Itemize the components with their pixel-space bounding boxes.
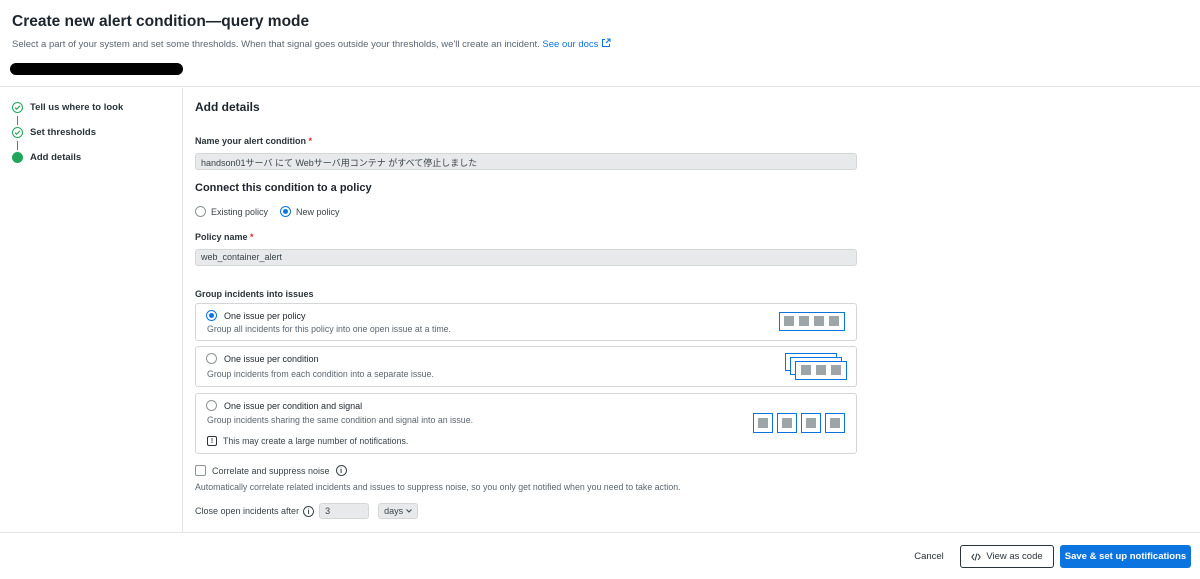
group-option-per-policy[interactable]: One issue per policy Group all incidents… [195,303,857,341]
section-title: Add details [195,100,260,114]
subtitle-text: Select a part of your system and set som… [12,39,540,50]
check-circle-icon [12,127,23,138]
step-connector [17,141,18,150]
button-label: View as code [986,551,1043,562]
issue-box [801,413,821,433]
code-icon [971,552,982,561]
incident-square [829,316,839,326]
close-incidents-label: Close open incidents after [195,506,300,516]
incident-square [814,316,824,326]
required-marker: * [308,136,313,146]
option-description: Group incidents from each condition into… [207,369,434,379]
step-tell-us-where-to-look[interactable]: Tell us where to look [12,102,123,113]
issue-box [777,413,797,433]
issue-box [795,361,847,380]
option-description: Group all incidents for this policy into… [207,324,452,334]
radio-one-issue-per-condition-and-signal[interactable] [206,400,217,411]
info-icon[interactable]: i [303,505,315,517]
radio-one-issue-per-policy[interactable] [206,310,217,321]
group-option-per-condition[interactable]: One issue per condition Group incidents … [195,346,857,387]
correlate-help-text: Automatically correlate related incident… [195,482,681,492]
policy-heading: Connect this condition to a policy [195,182,372,194]
group-option-per-condition-and-signal[interactable]: One issue per condition and signal Group… [195,393,857,454]
step-label: Tell us where to look [30,102,124,113]
incident-square [805,417,816,428]
existing-policy-option[interactable]: Existing policy [195,206,268,217]
issue-box [779,312,845,331]
incident-square [781,417,792,428]
external-link-icon [602,38,611,47]
required-marker: * [250,232,254,242]
close-incidents-row: Close open incidents after i 3 days [195,503,419,519]
page-subtitle: Select a part of your system and set som… [12,38,611,50]
step-connector [17,116,18,125]
step-label: Add details [30,152,82,163]
issue-box [753,413,773,433]
card-title: One issue per condition [206,353,319,364]
step-add-details[interactable]: Add details [12,152,81,163]
incident-square [799,316,809,326]
incident-square [801,365,811,375]
option-label: New policy [296,206,340,217]
footer-bar: Cancel View as code Save & set up notifi… [0,532,1200,579]
save-and-setup-notifications-button[interactable]: Save & set up notifications [1060,545,1191,568]
issue-box [825,413,845,433]
step-set-thresholds[interactable]: Set thresholds [12,127,96,138]
docs-link[interactable]: See our docs [542,38,611,50]
radio-new-policy[interactable] [280,206,292,217]
step-label: Set thresholds [30,127,96,138]
option-title: One issue per condition and signal [224,400,363,411]
option-description: Group incidents sharing the same conditi… [207,415,474,425]
incident-square [816,365,826,375]
close-after-input[interactable]: 3 [319,503,370,519]
warning-text: This may create a large number of notifi… [223,436,409,446]
radio-one-issue-per-condition[interactable] [206,353,217,364]
option-label: Existing policy [211,206,269,217]
incident-square [757,417,768,428]
active-step-dot-icon [12,152,23,163]
policy-name-input[interactable]: web_container_alert [195,249,857,266]
redacted-bar [10,63,183,75]
condition-name-input[interactable]: handson01サーバ にて Webサーバ用コンテナ がすべて停止しました [195,153,857,170]
label-text: Name your alert condition [195,136,307,146]
option-title: One issue per condition [224,353,319,364]
correlate-label: Correlate and suppress noise [212,465,330,476]
incident-square [829,417,840,428]
policy-radio-group: Existing policy New policy [195,206,352,217]
page-header: Create new alert condition—query mode Se… [0,0,1200,87]
incident-square [784,316,794,326]
radio-existing-policy[interactable] [195,206,206,217]
new-policy-option[interactable]: New policy [280,206,340,217]
cancel-button[interactable]: Cancel [905,545,953,568]
select-value: days [384,506,404,516]
incident-square [831,365,841,375]
steps-sidebar: Tell us where to look Set thresholds Add… [0,88,183,532]
info-icon[interactable]: i [335,465,347,476]
card-title: One issue per policy [206,310,306,321]
chevron-down-icon [406,509,412,513]
option-title: One issue per policy [224,310,306,321]
warning-note: ! This may create a large number of notif… [207,436,408,446]
page-title: Create new alert condition—query mode [12,13,310,30]
close-unit-select[interactable]: days [378,503,419,519]
policy-name-label: Policy name * [195,232,254,242]
alert-icon: ! [207,436,217,446]
docs-link-label: See our docs [542,39,599,50]
view-as-code-button[interactable]: View as code [960,545,1054,568]
check-circle-icon [12,102,23,113]
correlate-checkbox[interactable] [195,465,206,476]
condition-name-label: Name your alert condition * [195,136,312,146]
label-text: Policy name [195,232,248,242]
group-heading: Group incidents into issues [195,289,314,299]
correlate-option[interactable]: Correlate and suppress noise i [195,465,347,476]
card-title: One issue per condition and signal [206,400,362,411]
